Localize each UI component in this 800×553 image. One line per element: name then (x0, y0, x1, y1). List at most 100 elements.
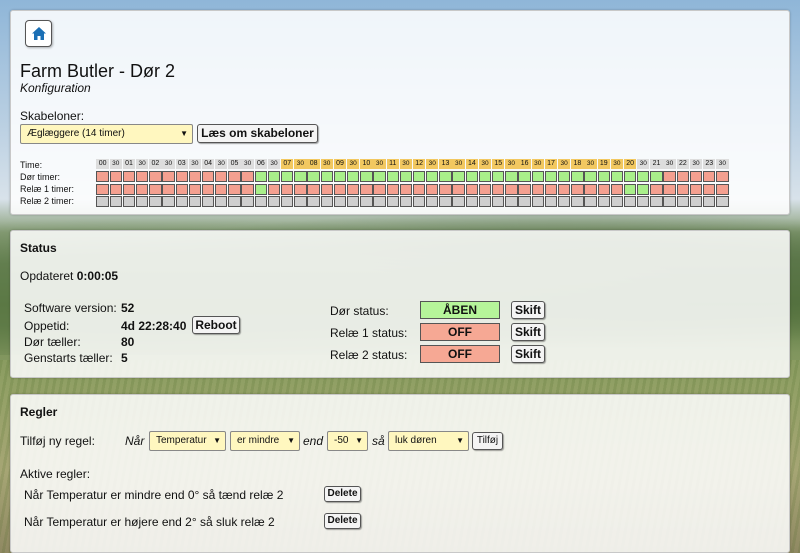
relay1-slot[interactable] (676, 183, 690, 195)
relay1-toggle-button[interactable]: Skift (511, 323, 545, 341)
relay2-slot[interactable] (623, 196, 637, 208)
door-slot[interactable] (109, 171, 122, 183)
door-slot[interactable] (439, 171, 452, 183)
comparison-select[interactable]: er mindre ▼ (230, 431, 300, 451)
relay2-slot[interactable] (162, 196, 175, 208)
relay2-slot[interactable] (544, 196, 558, 208)
reboot-button[interactable]: Reboot (192, 316, 240, 334)
relay2-slot[interactable] (584, 196, 597, 208)
door-slot[interactable] (584, 171, 597, 183)
relay2-slot[interactable] (689, 196, 703, 208)
relay2-slot[interactable] (557, 196, 571, 208)
relay1-slot[interactable] (96, 183, 109, 195)
door-slot[interactable] (716, 171, 729, 183)
value-select[interactable]: -50 ▼ (327, 431, 368, 451)
relay1-slot[interactable] (109, 183, 122, 195)
relay1-slot[interactable] (373, 183, 386, 195)
relay1-slot[interactable] (149, 183, 162, 195)
relay2-slot[interactable] (267, 196, 281, 208)
relay2-slot[interactable] (637, 196, 650, 208)
relay1-slot[interactable] (610, 183, 624, 195)
relay2-slot[interactable] (307, 196, 320, 208)
door-slot[interactable] (703, 171, 716, 183)
relay1-slot[interactable] (294, 183, 307, 195)
door-slot[interactable] (637, 171, 650, 183)
relay2-slot[interactable] (399, 196, 413, 208)
relay2-slot[interactable] (201, 196, 215, 208)
relay2-slot[interactable] (386, 196, 399, 208)
relay2-slot[interactable] (505, 196, 518, 208)
relay2-slot[interactable] (96, 196, 109, 208)
door-slot[interactable] (241, 171, 254, 183)
relay2-slot[interactable] (333, 196, 347, 208)
door-slot[interactable] (650, 171, 663, 183)
relay1-slot[interactable] (267, 183, 281, 195)
relay1-slot[interactable] (360, 183, 373, 195)
relay1-slot[interactable] (465, 183, 479, 195)
relay2-slot[interactable] (149, 196, 162, 208)
relay1-slot[interactable] (188, 183, 202, 195)
relay1-slot[interactable] (492, 183, 505, 195)
relay1-slot[interactable] (281, 183, 294, 195)
relay1-slot[interactable] (122, 183, 136, 195)
relay2-slot[interactable] (109, 196, 122, 208)
relay2-slot[interactable] (254, 196, 268, 208)
relay2-slot[interactable] (215, 196, 228, 208)
door-slot[interactable] (188, 171, 202, 183)
relay2-slot[interactable] (360, 196, 373, 208)
relay1-slot[interactable] (175, 183, 188, 195)
relay2-slot[interactable] (122, 196, 136, 208)
door-slot[interactable] (228, 171, 241, 183)
relay1-slot[interactable] (571, 183, 584, 195)
relay1-slot[interactable] (505, 183, 518, 195)
relay1-slot[interactable] (426, 183, 439, 195)
door-slot[interactable] (452, 171, 465, 183)
door-slot[interactable] (478, 171, 492, 183)
relay1-slot[interactable] (597, 183, 610, 195)
relay1-slot[interactable] (439, 183, 452, 195)
door-slot[interactable] (465, 171, 479, 183)
relay1-slot[interactable] (557, 183, 571, 195)
add-rule-button[interactable]: Tilføj (472, 432, 503, 450)
door-slot[interactable] (307, 171, 320, 183)
relay2-slot[interactable] (241, 196, 254, 208)
relay2-toggle-button[interactable]: Skift (511, 345, 545, 363)
door-slot[interactable] (399, 171, 413, 183)
relay1-slot[interactable] (412, 183, 426, 195)
relay2-slot[interactable] (346, 196, 360, 208)
door-slot[interactable] (663, 171, 676, 183)
relay2-slot[interactable] (373, 196, 386, 208)
door-slot[interactable] (135, 171, 149, 183)
door-slot[interactable] (518, 171, 531, 183)
door-slot[interactable] (557, 171, 571, 183)
relay2-slot[interactable] (452, 196, 465, 208)
relay2-slot[interactable] (610, 196, 624, 208)
door-slot[interactable] (149, 171, 162, 183)
relay2-slot[interactable] (571, 196, 584, 208)
relay1-slot[interactable] (478, 183, 492, 195)
door-slot[interactable] (360, 171, 373, 183)
door-slot[interactable] (412, 171, 426, 183)
door-slot[interactable] (597, 171, 610, 183)
relay2-slot[interactable] (426, 196, 439, 208)
door-slot[interactable] (122, 171, 136, 183)
relay1-slot[interactable] (307, 183, 320, 195)
relay1-slot[interactable] (452, 183, 465, 195)
door-toggle-button[interactable]: Skift (511, 301, 545, 319)
relay2-slot[interactable] (492, 196, 505, 208)
sensor-select[interactable]: Temperatur ▼ (149, 431, 226, 451)
door-slot[interactable] (386, 171, 399, 183)
relay1-slot[interactable] (544, 183, 558, 195)
relay1-slot[interactable] (531, 183, 544, 195)
relay1-slot[interactable] (716, 183, 729, 195)
door-slot[interactable] (320, 171, 333, 183)
relay2-slot[interactable] (175, 196, 188, 208)
relay2-slot[interactable] (228, 196, 241, 208)
relay1-slot[interactable] (228, 183, 241, 195)
relay2-slot[interactable] (465, 196, 479, 208)
template-select[interactable]: Æglæggere (14 timer) ▼ (20, 124, 193, 144)
door-slot[interactable] (162, 171, 175, 183)
door-slot[interactable] (571, 171, 584, 183)
relay1-slot[interactable] (637, 183, 650, 195)
relay1-slot[interactable] (689, 183, 703, 195)
